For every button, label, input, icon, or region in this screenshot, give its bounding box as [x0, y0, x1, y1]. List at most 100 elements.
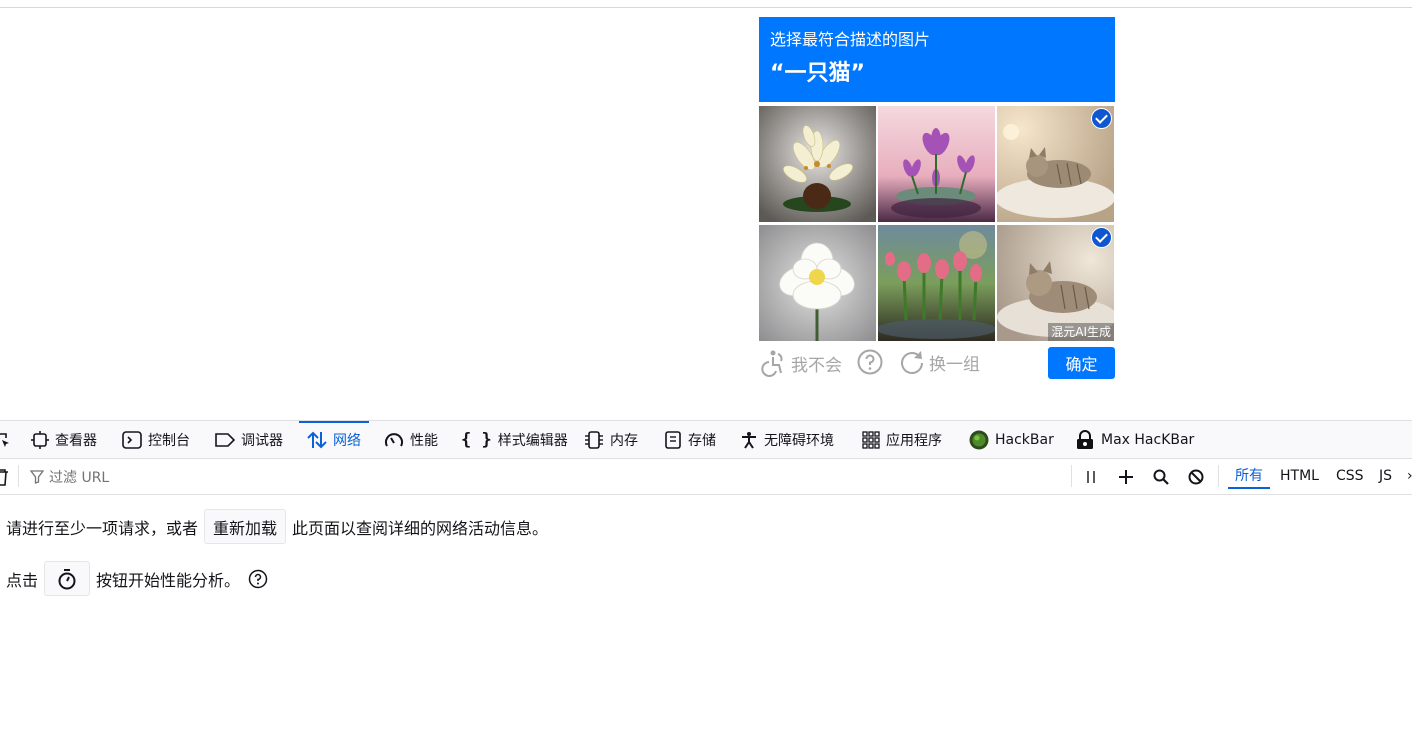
captcha-target: “一只猫” — [770, 61, 865, 86]
refresh-button[interactable]: 换一组 — [899, 349, 980, 375]
storage-icon — [664, 430, 682, 449]
lotus-image — [878, 106, 995, 222]
filter-icon — [30, 470, 44, 484]
tab-label: HackBar — [995, 431, 1054, 448]
pause-button[interactable] — [1081, 467, 1101, 487]
dont-know-button[interactable]: 我不会 — [759, 349, 842, 377]
tab-debugger[interactable]: 调试器 — [215, 421, 283, 458]
tab-application[interactable]: 应用程序 — [862, 421, 942, 458]
tab-hackbar[interactable]: HackBar — [969, 421, 1054, 458]
message-text: 点击 — [6, 570, 39, 590]
captcha-image-grid: 混元AI生成 — [759, 106, 1115, 341]
console-icon — [122, 430, 142, 449]
tab-memory[interactable]: 内存 — [584, 421, 638, 458]
accessibility-assist-icon — [761, 350, 783, 377]
message-text: 此页面以查阅详细的网络活动信息。 — [292, 518, 549, 538]
url-filter-input[interactable]: 过滤 URL — [30, 467, 109, 487]
tab-console[interactable]: 控制台 — [122, 421, 190, 458]
tab-label: 样式编辑器 — [497, 432, 568, 449]
refresh-icon — [901, 351, 923, 374]
toolbar-divider — [18, 465, 19, 487]
filter-all[interactable]: 所有 — [1228, 465, 1270, 489]
ai-generated-badge: 混元AI生成 — [1048, 323, 1114, 341]
tab-label: 网络 — [333, 432, 361, 449]
confirm-button[interactable]: 确定 — [1048, 347, 1115, 379]
search-icon — [1153, 469, 1169, 485]
tab-label: 控制台 — [148, 432, 190, 449]
message-text: 请进行至少一项请求，或者 — [6, 518, 199, 538]
inspector-icon — [31, 430, 49, 449]
dont-know-label: 我不会 — [791, 355, 842, 376]
tab-max-hackbar[interactable]: Max HacKBar — [1075, 421, 1194, 458]
help-icon — [857, 349, 883, 375]
captcha-tile-lily[interactable] — [759, 106, 876, 222]
search-button[interactable] — [1151, 467, 1171, 487]
captcha-tile-tulips[interactable] — [878, 225, 995, 341]
devtools-tabbar: 查看器 控制台 调试器 网络 性能 { } 样式编辑器 内存 存储 无障碍环境 … — [0, 421, 1412, 459]
captcha-instruction: 选择最符合描述的图片 — [770, 30, 931, 49]
devtools-panel: 查看器 控制台 调试器 网络 性能 { } 样式编辑器 内存 存储 无障碍环境 … — [0, 420, 1412, 752]
pause-icon — [1087, 471, 1095, 483]
captcha-tile-lotus[interactable] — [878, 106, 995, 222]
network-icon — [307, 431, 327, 449]
tulips-image — [878, 225, 995, 341]
debugger-icon — [215, 432, 235, 448]
tab-label: 无障碍环境 — [764, 432, 834, 449]
tab-label: 应用程序 — [886, 432, 942, 449]
memory-icon — [584, 430, 604, 449]
start-performance-button[interactable] — [44, 561, 91, 596]
pick-element-button[interactable] — [0, 421, 10, 458]
network-toolbar: 过滤 URL 所有 HTML CSS JS › — [0, 459, 1412, 495]
tab-storage[interactable]: 存储 — [664, 421, 716, 458]
max-hackbar-icon — [1075, 429, 1095, 450]
performance-help-button[interactable] — [248, 569, 268, 589]
selected-check-icon — [1091, 227, 1112, 248]
tab-inspector[interactable]: 查看器 — [31, 421, 97, 458]
pick-element-icon — [0, 432, 9, 447]
filter-css[interactable]: CSS — [1336, 465, 1364, 487]
tab-performance[interactable]: 性能 — [384, 421, 438, 458]
hackbar-icon — [969, 430, 989, 450]
peony-image — [759, 225, 876, 341]
performance-hint-message: 点击 按钮开始性能分析。 — [6, 561, 268, 596]
filter-js[interactable]: JS — [1379, 465, 1392, 487]
tab-label: 查看器 — [55, 432, 97, 449]
reload-button[interactable]: 重新加载 — [204, 509, 287, 544]
tab-network[interactable]: 网络 — [299, 421, 369, 458]
captcha-header: 选择最符合描述的图片 “一只猫” — [759, 17, 1115, 102]
toolbar-divider — [1071, 465, 1072, 487]
page-top-divider — [0, 7, 1412, 8]
message-text: 按钮开始性能分析。 — [96, 570, 241, 590]
performance-icon — [384, 431, 404, 449]
image-captcha: 选择最符合描述的图片 “一只猫” 混元AI生成 我不会 换一组 确定 — [759, 17, 1115, 385]
tab-label: 调试器 — [241, 432, 283, 449]
captcha-tile-peony[interactable] — [759, 225, 876, 341]
refresh-label: 换一组 — [929, 354, 980, 375]
style-editor-icon: { } — [461, 429, 492, 450]
stopwatch-icon — [58, 568, 76, 589]
filter-placeholder: 过滤 URL — [49, 470, 110, 486]
add-request-button[interactable] — [1116, 467, 1136, 487]
tab-style-editor[interactable]: { } 样式编辑器 — [461, 421, 568, 458]
lily-image — [759, 106, 876, 222]
tab-label: Max HacKBar — [1101, 431, 1195, 448]
selected-check-icon — [1091, 108, 1112, 129]
captcha-tile-cat-2[interactable]: 混元AI生成 — [997, 225, 1114, 341]
tab-accessibility[interactable]: 无障碍环境 — [740, 421, 834, 458]
help-icon — [248, 569, 268, 588]
block-icon — [1188, 469, 1204, 485]
filter-overflow-chevron-icon[interactable]: › — [1407, 465, 1412, 487]
filter-html[interactable]: HTML — [1280, 465, 1319, 487]
tab-label: 内存 — [610, 432, 638, 449]
help-button[interactable] — [857, 349, 883, 375]
toolbar-divider — [1218, 465, 1219, 487]
block-button[interactable] — [1186, 467, 1206, 487]
trash-icon — [0, 469, 8, 486]
accessibility-icon — [740, 431, 758, 449]
application-icon — [862, 430, 880, 449]
captcha-tile-cat-1[interactable] — [997, 106, 1114, 222]
tab-label: 性能 — [410, 432, 438, 449]
clear-requests-button[interactable] — [0, 467, 12, 487]
web-page: 选择最符合描述的图片 “一只猫” 混元AI生成 我不会 换一组 确定 — [0, 0, 1412, 420]
empty-network-message: 请进行至少一项请求，或者 重新加载 此页面以查阅详细的网络活动信息。 — [6, 509, 548, 544]
